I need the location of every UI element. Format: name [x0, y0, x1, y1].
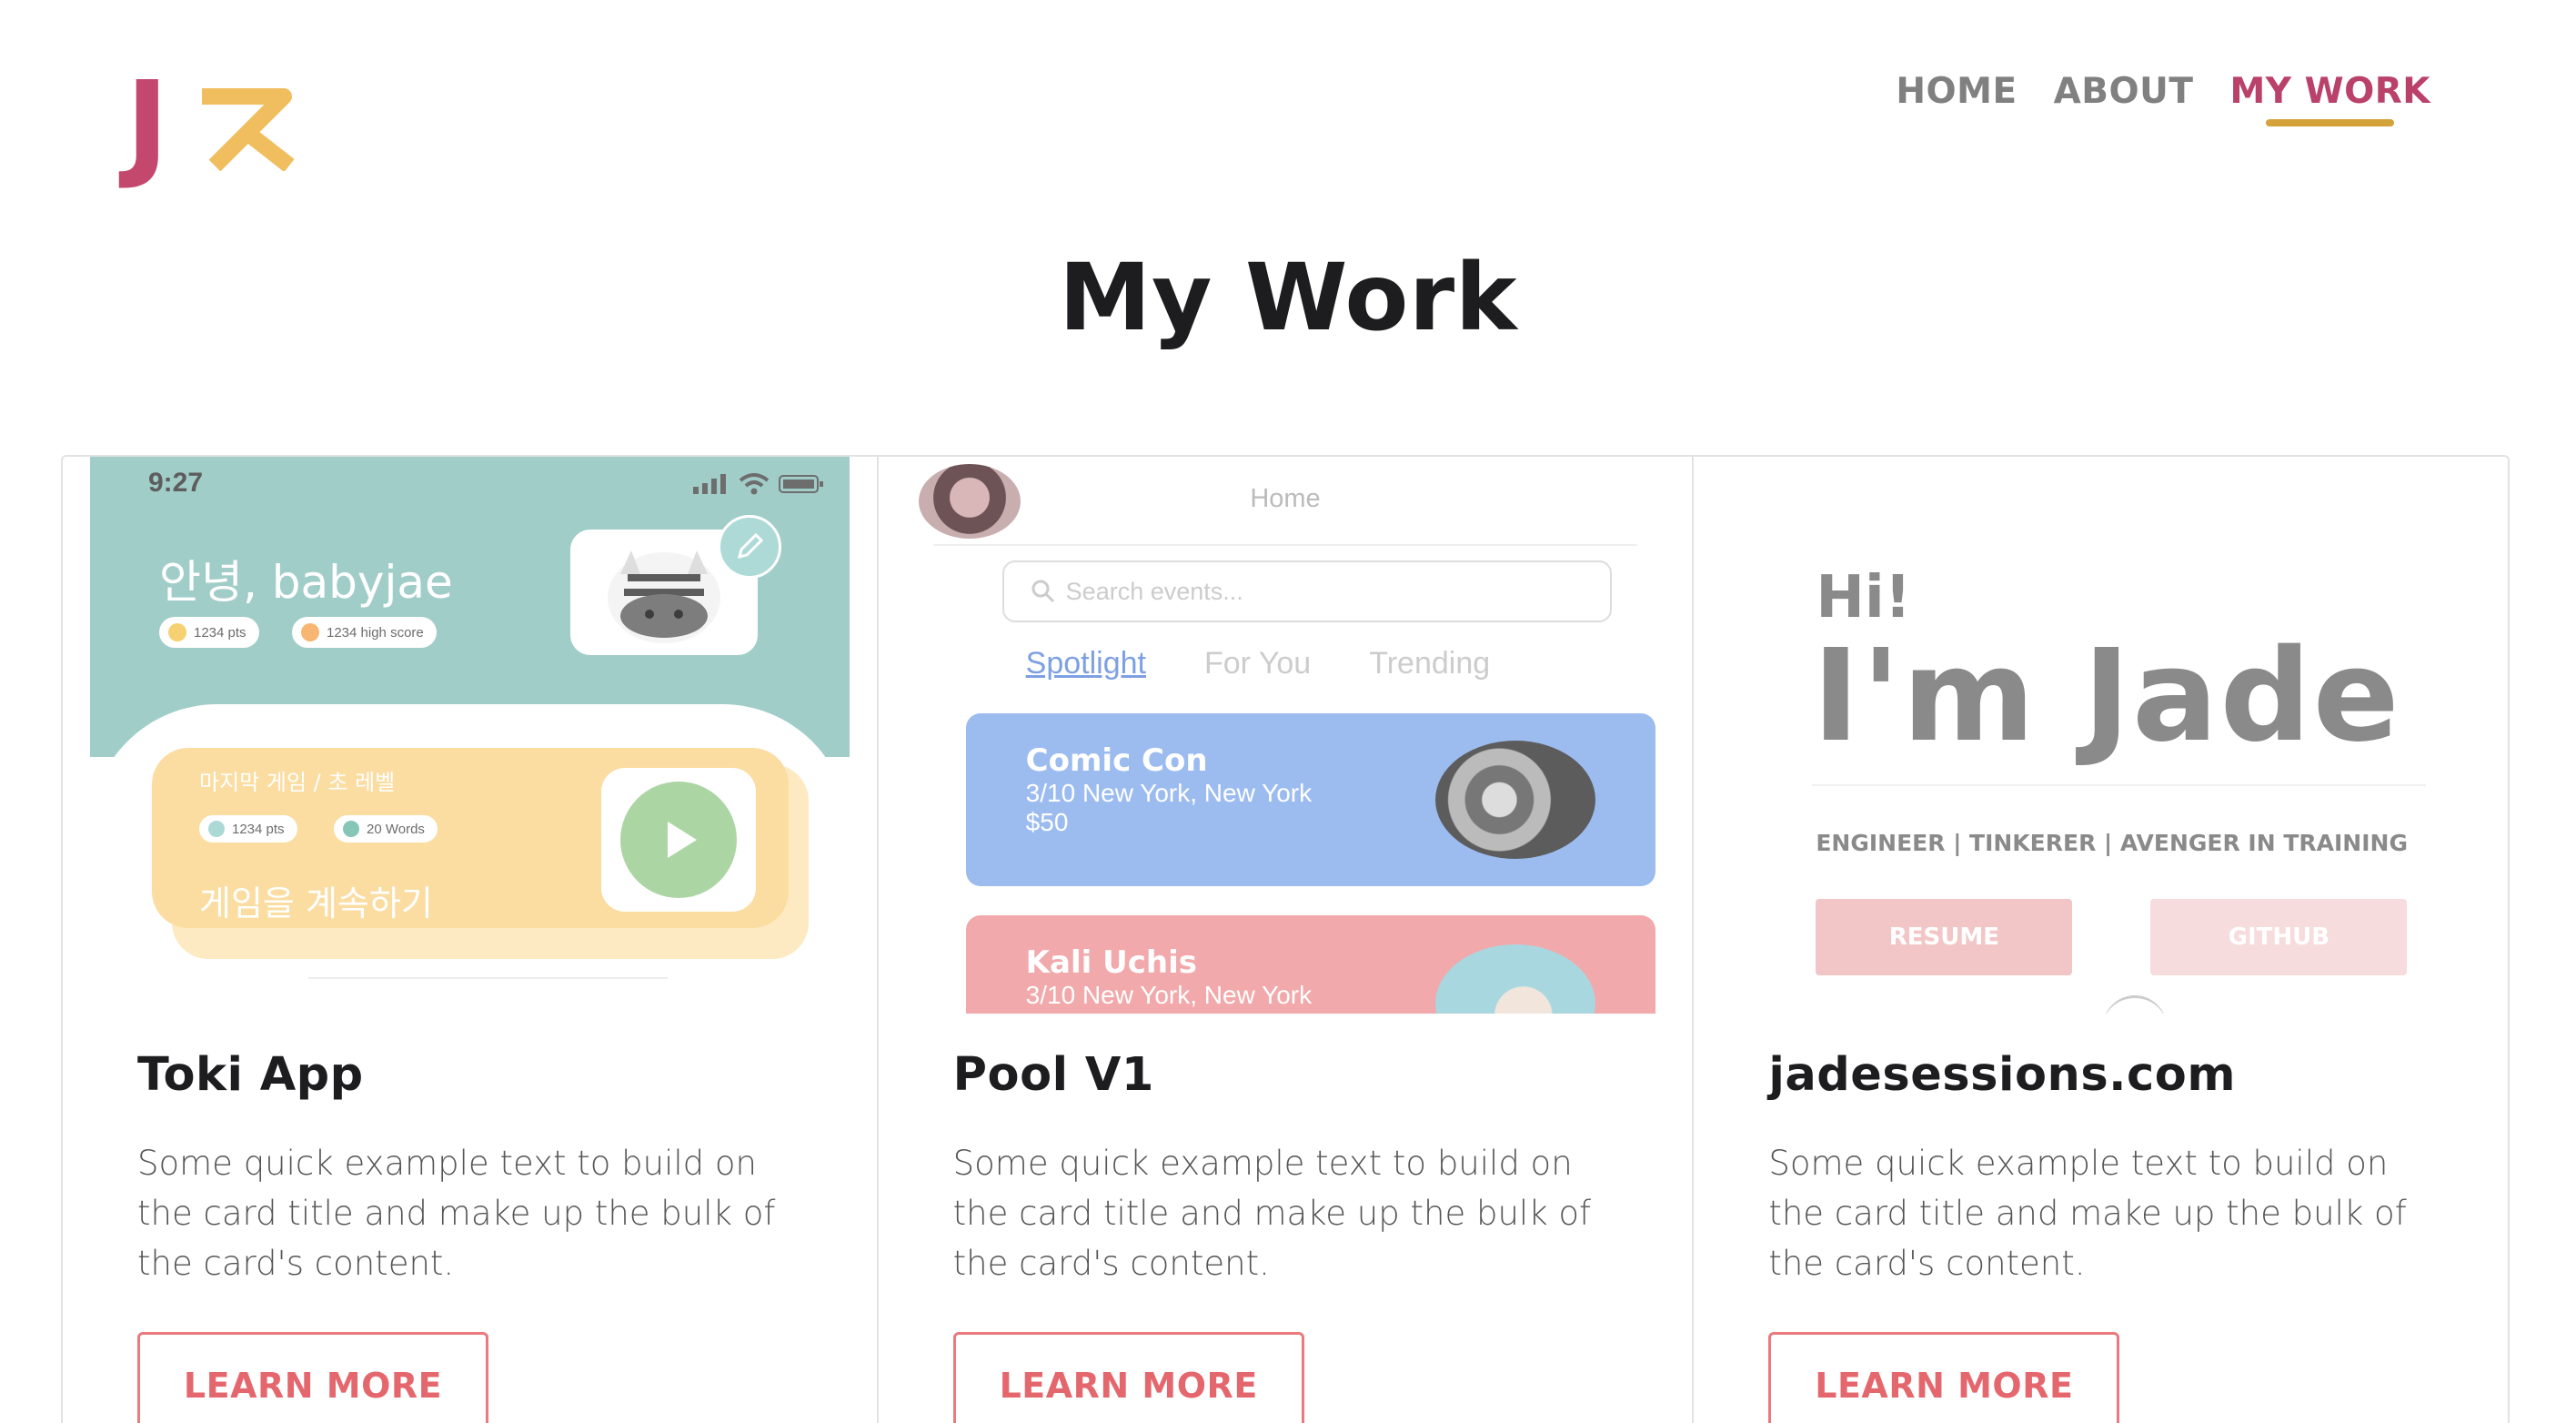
- work-cards: 9:27 안녕, babyjae 1234 pts 1234 high scor…: [61, 455, 2510, 1423]
- main-nav: HOME ABOUT MY WORK: [1896, 71, 2430, 126]
- learn-more-button-jadesessions[interactable]: LEARN MORE: [1768, 1332, 2120, 1423]
- wifi-icon: [739, 473, 769, 495]
- edit-pencil-icon: [718, 515, 781, 579]
- toki-greeting: 안녕, babyjae: [159, 556, 453, 609]
- jade-github-button: GITHUB: [2150, 899, 2408, 975]
- toki-game-pill-points: 1234 pts: [199, 815, 297, 843]
- jade-tagline: ENGINEER | TINKERER | AVENGER IN TRAININ…: [1816, 830, 2408, 856]
- hexagon-icon: [301, 623, 319, 641]
- pool-home-label: Home: [1250, 484, 1321, 513]
- toki-home-indicator: [308, 977, 668, 979]
- toki-status-icons: [692, 473, 824, 495]
- card-image-toki: 9:27 안녕, babyjae 1234 pts 1234 high scor…: [90, 457, 850, 1014]
- event-info: 3/10 New York, New York $50: [1026, 779, 1312, 837]
- logo-letter: J: [126, 57, 169, 193]
- card-body: Toki App Some quick example text to buil…: [137, 1048, 822, 1288]
- loading-spinner-icon: [2103, 995, 2168, 1014]
- toki-pill-highscore: 1234 high score: [292, 617, 437, 648]
- site-logo[interactable]: J: [126, 57, 317, 193]
- nav-my-work[interactable]: MY WORK: [2229, 71, 2430, 126]
- card-pool-v1: Home Search events... Spotlight For You …: [879, 457, 1695, 1423]
- pool-search-placeholder: Search events...: [1065, 577, 1243, 605]
- nav-home[interactable]: HOME: [1896, 71, 2017, 112]
- nav-about[interactable]: ABOUT: [2054, 71, 2194, 112]
- divider: [1812, 784, 2427, 786]
- star-icon: [208, 821, 225, 837]
- card-text: Some quick example text to build on the …: [137, 1144, 776, 1283]
- signal-icon: [692, 474, 726, 494]
- card-toki-app: 9:27 안녕, babyjae 1234 pts 1234 high scor…: [63, 457, 879, 1423]
- card-jadesessions: Hi! I'm Jade ENGINEER | TINKERER | AVENG…: [1694, 457, 2508, 1423]
- event-info: 3/10 New York, New York: [1026, 981, 1312, 1010]
- event-date-place: 3/10 New York, New York: [1025, 981, 1313, 1009]
- event-date-place: 3/10 New York, New York: [1025, 779, 1313, 807]
- diamond-icon: [343, 821, 359, 837]
- jade-resume-button: RESUME: [1816, 899, 2073, 975]
- card-text: Some quick example text to build on the …: [1768, 1144, 2407, 1283]
- search-icon: [1031, 580, 1054, 603]
- card-image-pool: Home Search events... Spotlight For You …: [905, 457, 1665, 1014]
- toki-play-box: [601, 768, 756, 912]
- logo-korean-glyph: [201, 88, 295, 171]
- pool-search-field: Search events...: [1001, 560, 1612, 622]
- learn-more-button-pool[interactable]: LEARN MORE: [952, 1332, 1304, 1423]
- toki-game-title: 마지막 게임 / 초 레벨: [199, 770, 396, 795]
- pool-tabs: Spotlight For You Trending: [1026, 646, 1490, 681]
- page-title: My Work: [1058, 244, 1518, 352]
- battery-icon: [778, 475, 823, 493]
- card-title: jadesessions.com: [1768, 1048, 2236, 1102]
- learn-more-button-toki[interactable]: LEARN MORE: [137, 1332, 488, 1423]
- divider: [932, 544, 1638, 546]
- card-title: Toki App: [137, 1048, 364, 1102]
- event-name: Comic Con: [1025, 742, 1208, 779]
- card-body: jadesessions.com Some quick example text…: [1768, 1048, 2453, 1288]
- toki-status-time: 9:27: [148, 468, 204, 498]
- tab-spotlight: Spotlight: [1025, 646, 1146, 681]
- toki-pill-points: 1234 pts: [159, 617, 259, 648]
- card-body: Pool V1 Some quick example text to build…: [953, 1048, 1638, 1288]
- tab-for-you: For You: [1204, 646, 1312, 681]
- event-image: [1434, 944, 1595, 1014]
- jade-name: I'm Jade: [1812, 622, 2401, 771]
- toki-game-cta: 게임을 계속하기: [199, 883, 433, 923]
- event-price: $50: [1025, 808, 1069, 836]
- pool-event-card: Comic Con 3/10 New York, New York $50: [965, 713, 1655, 886]
- card-title: Pool V1: [952, 1048, 1154, 1102]
- pool-event-card: Kali Uchis 3/10 New York, New York: [965, 915, 1655, 1014]
- card-image-jadesessions: Hi! I'm Jade ENGINEER | TINKERER | AVENG…: [1721, 457, 2481, 1014]
- toki-game-pill-words: 20 Words: [334, 815, 438, 843]
- zebra-icon: [608, 550, 720, 643]
- jade-hi: Hi!: [1816, 564, 1912, 631]
- card-text: Some quick example text to build on the …: [952, 1144, 1592, 1283]
- play-icon: [620, 782, 737, 898]
- tab-trending: Trending: [1369, 646, 1491, 681]
- star-icon: [168, 623, 186, 641]
- event-image: [1434, 741, 1595, 859]
- event-name: Kali Uchis: [1025, 944, 1197, 981]
